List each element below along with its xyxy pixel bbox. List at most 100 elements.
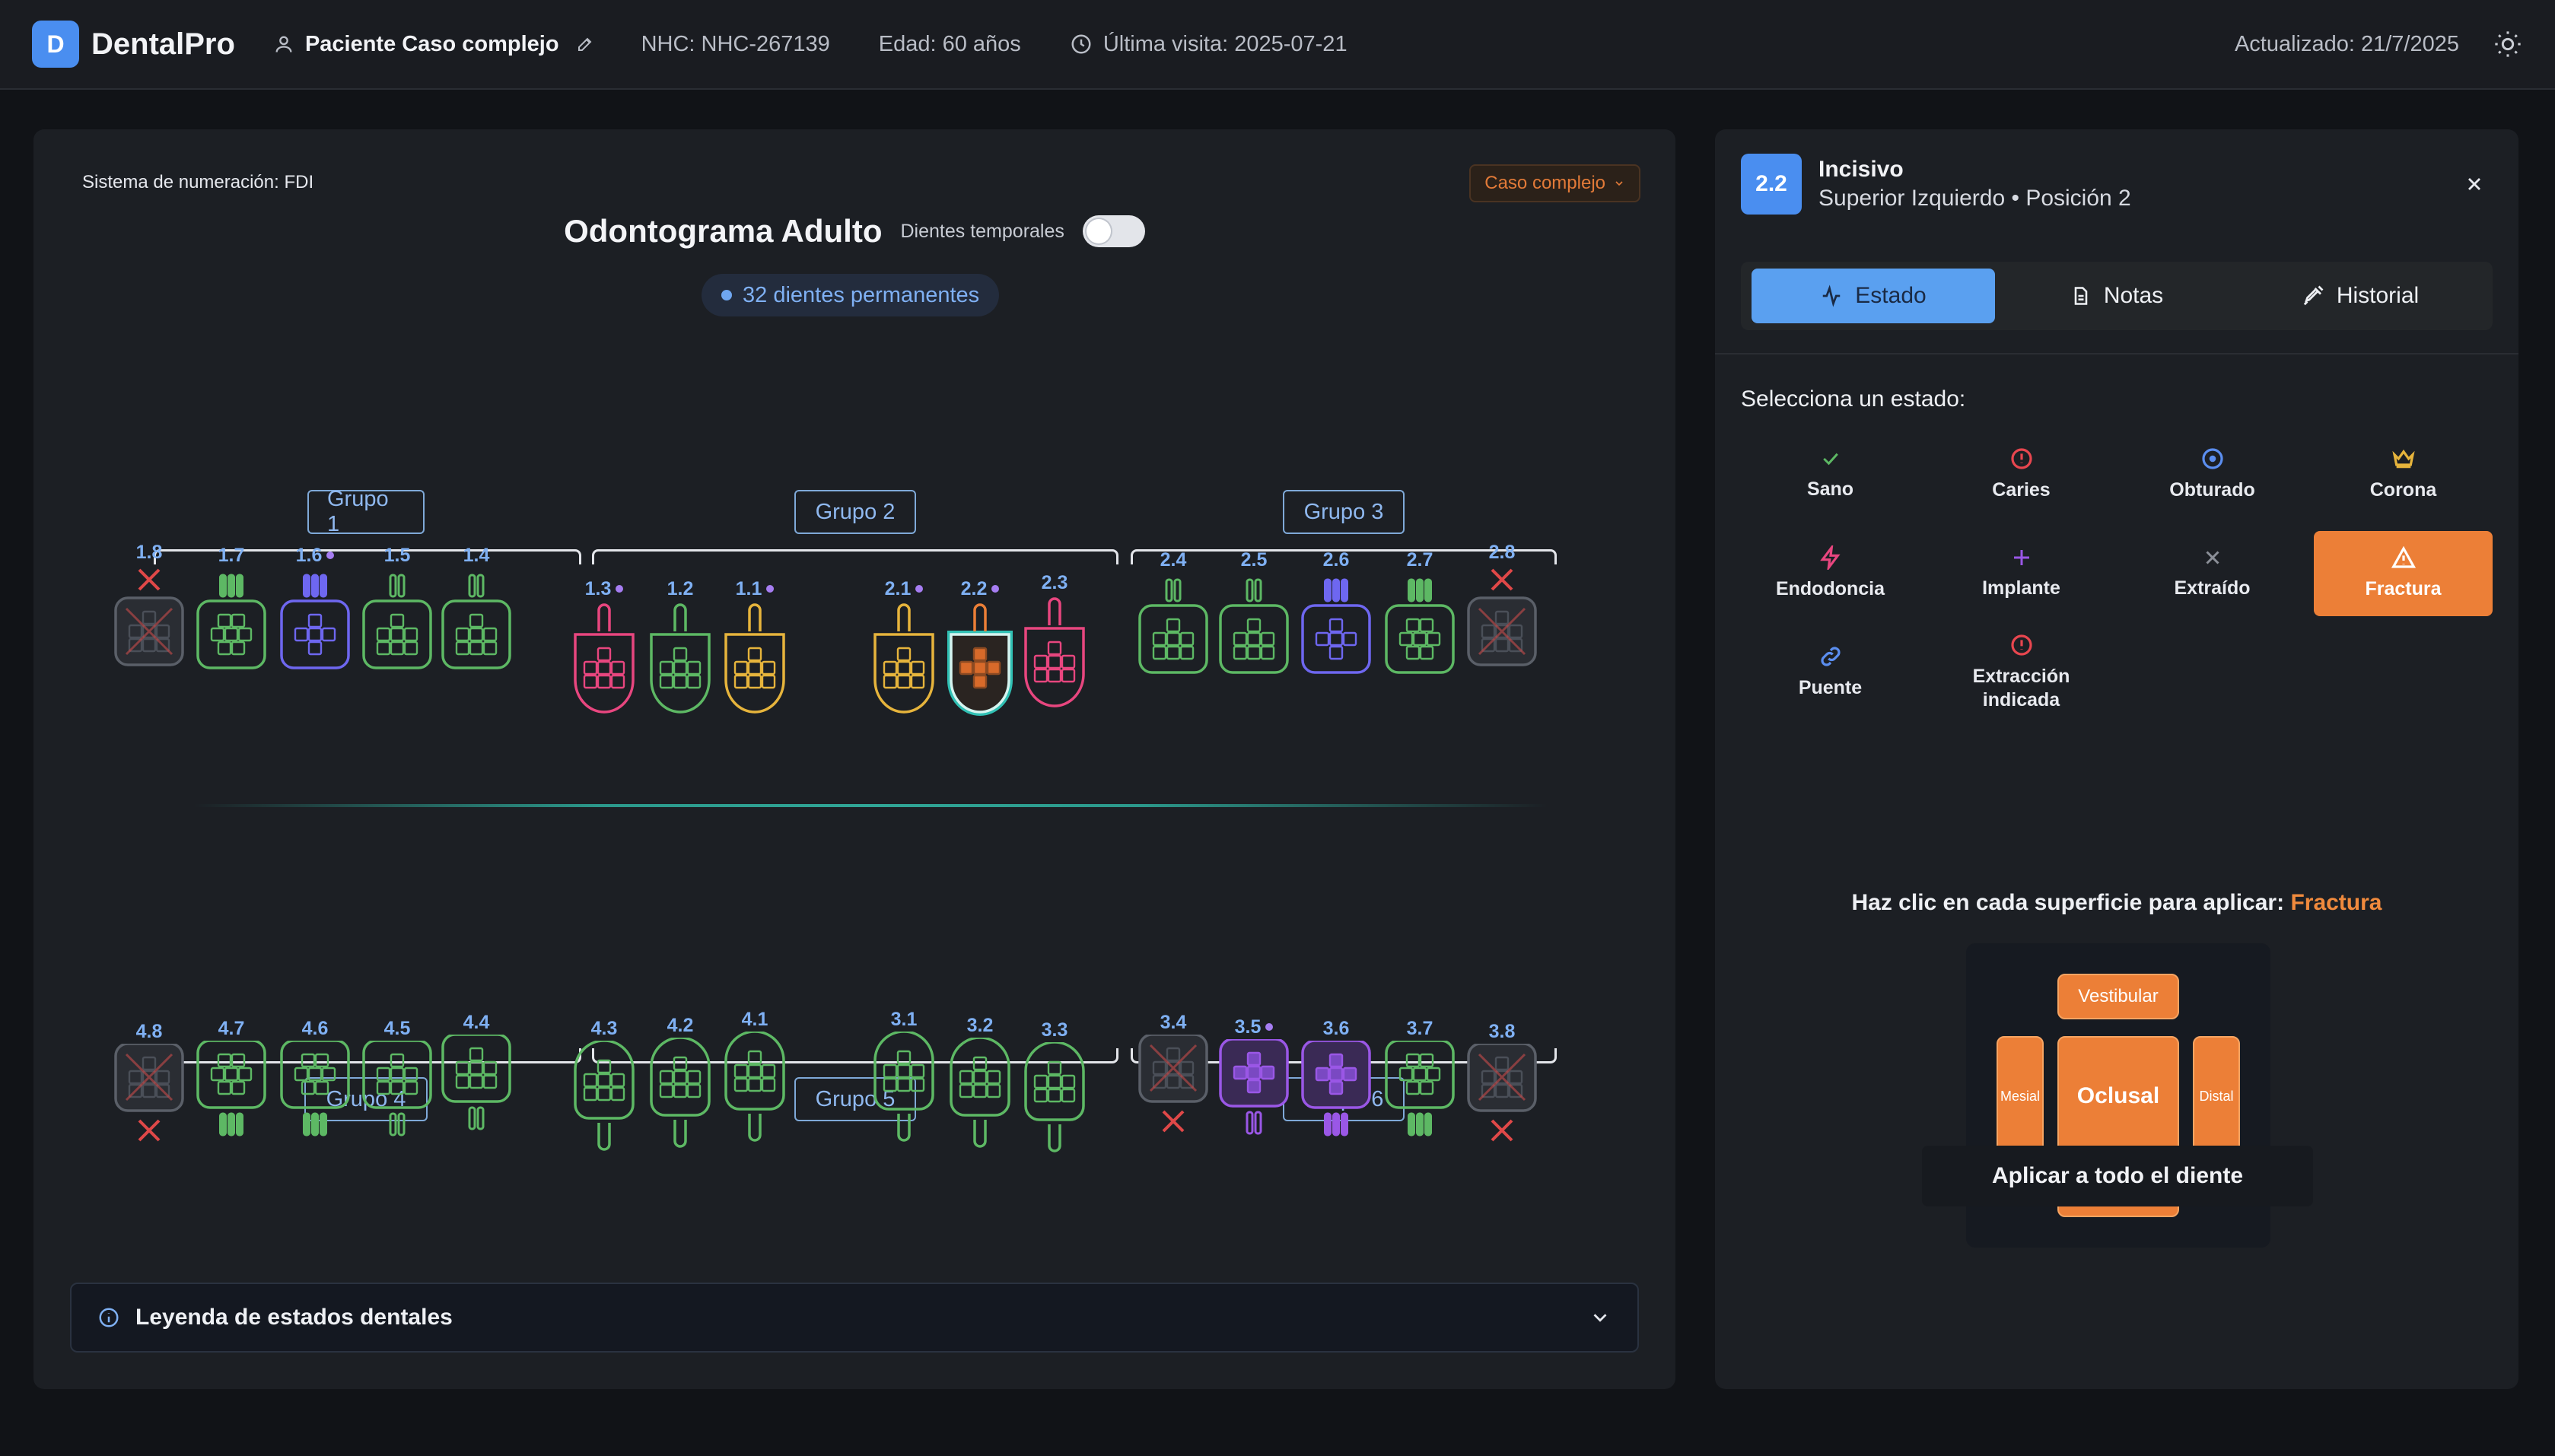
state-fractura[interactable]: Fractura <box>2314 531 2493 616</box>
warning-triangle-icon <box>2391 546 2416 568</box>
group-label-2[interactable]: Grupo 2 <box>794 490 916 534</box>
tooth-1-4[interactable]: 1.4 <box>437 543 516 682</box>
tooth-graphic[interactable] <box>110 1044 189 1158</box>
tooth-1-8[interactable]: 1.8 <box>110 540 189 679</box>
legend-accordion[interactable]: Leyenda de estados dentales <box>70 1283 1639 1353</box>
tooth-number: 2.4 <box>1160 548 1187 571</box>
tooth-2-2[interactable]: 2.2 <box>940 577 1020 730</box>
tooth-2-5[interactable]: 2.5 <box>1214 548 1293 686</box>
state-corona[interactable]: Corona <box>2314 432 2493 517</box>
group-2-bracket <box>592 549 1118 564</box>
tooth-graphic[interactable] <box>437 567 516 682</box>
tooth-graphic[interactable] <box>715 1032 794 1161</box>
state-puente[interactable]: Puente <box>1741 630 1920 715</box>
tooth-3-6[interactable]: 3.6 <box>1297 1016 1376 1155</box>
state-implante[interactable]: Implante <box>1932 531 2111 616</box>
tooth-position: Superior Izquierdo • Posición 2 <box>1818 186 2131 211</box>
tooth-graphic[interactable] <box>641 601 720 730</box>
tooth-2-1[interactable]: 2.1 <box>864 577 943 730</box>
tooth-graphic[interactable] <box>1015 1042 1094 1171</box>
tooth-4-3[interactable]: 4.3 <box>565 1016 644 1170</box>
edit-pencil-icon[interactable] <box>576 35 594 53</box>
tooth-graphic[interactable] <box>192 1041 271 1155</box>
tooth-3-1[interactable]: 3.1 <box>864 1007 943 1161</box>
tooth-3-2[interactable]: 3.2 <box>940 1013 1020 1167</box>
tooth-4-7[interactable]: 4.7 <box>192 1016 271 1155</box>
tooth-graphic[interactable] <box>275 1041 355 1155</box>
group-label-3[interactable]: Grupo 3 <box>1283 490 1405 534</box>
tooth-4-1[interactable]: 4.1 <box>715 1007 794 1161</box>
state-extraido[interactable]: Extraído <box>2123 531 2302 616</box>
tooth-2-8[interactable]: 2.8 <box>1462 540 1542 679</box>
tooth-graphic[interactable] <box>1462 564 1542 679</box>
tooth-3-4[interactable]: 3.4 <box>1134 1010 1213 1149</box>
tooth-graphic[interactable] <box>940 601 1020 730</box>
tooth-1-3[interactable]: 1.3 <box>565 577 644 730</box>
tab-notas[interactable]: Notas <box>1995 269 2238 323</box>
tooth-1-5[interactable]: 1.5 <box>358 543 437 682</box>
tooth-4-6[interactable]: 4.6 <box>275 1016 355 1155</box>
tooth-graphic[interactable] <box>641 1038 720 1167</box>
tooth-3-7[interactable]: 3.7 <box>1380 1016 1459 1155</box>
tooth-graphic[interactable] <box>275 567 355 682</box>
tooth-graphic[interactable] <box>1297 1041 1376 1155</box>
tooth-graphic[interactable] <box>437 1035 516 1149</box>
tooth-graphic[interactable] <box>110 564 189 679</box>
tooth-graphic[interactable] <box>1380 572 1459 686</box>
surface-vestibular[interactable]: Vestibular <box>2057 974 2179 1019</box>
tab-estado[interactable]: Estado <box>1752 269 1995 323</box>
temp-teeth-toggle[interactable] <box>1082 215 1145 247</box>
state-sano[interactable]: Sano <box>1741 432 1920 517</box>
tooth-graphic[interactable] <box>1015 595 1094 724</box>
case-type-dropdown[interactable]: Caso complejo <box>1469 164 1640 202</box>
tooth-2-3[interactable]: 2.3 <box>1015 571 1094 724</box>
tooth-graphic[interactable] <box>1462 1044 1542 1158</box>
tooth-graphic[interactable] <box>1214 572 1293 686</box>
tooth-graphic[interactable] <box>358 567 437 682</box>
tooth-3-8[interactable]: 3.8 <box>1462 1019 1542 1158</box>
tooth-graphic[interactable] <box>358 1041 437 1155</box>
note-dot-indicator <box>616 585 624 593</box>
state-extraccion-indicada[interactable]: Extracción indicada <box>1932 630 2111 715</box>
state-endodoncia[interactable]: Endodoncia <box>1741 531 1920 616</box>
state-obturado[interactable]: Obturado <box>2123 432 2302 517</box>
surface-oclusal[interactable]: Oclusal <box>2057 1036 2179 1156</box>
state-label: Fractura <box>2365 578 2442 600</box>
surface-instruction: Haz clic en cada superficie para aplicar… <box>1715 890 2518 916</box>
tooth-4-8[interactable]: 4.8 <box>110 1019 189 1158</box>
tooth-graphic[interactable] <box>1134 1035 1213 1149</box>
tooth-2-4[interactable]: 2.4 <box>1134 548 1213 686</box>
theme-toggle-sun-icon[interactable] <box>2493 29 2523 59</box>
tooth-graphic[interactable] <box>1297 572 1376 686</box>
tooth-graphic[interactable] <box>565 601 644 730</box>
tooth-2-6[interactable]: 2.6 <box>1297 548 1376 686</box>
tooth-2-7[interactable]: 2.7 <box>1380 548 1459 686</box>
tooth-graphic[interactable] <box>864 1032 943 1161</box>
tooth-graphic[interactable] <box>1214 1039 1293 1153</box>
tooth-1-7[interactable]: 1.7 <box>192 543 271 682</box>
tooth-3-3[interactable]: 3.3 <box>1015 1018 1094 1171</box>
tooth-4-5[interactable]: 4.5 <box>358 1016 437 1155</box>
tooth-3-5[interactable]: 3.5 <box>1214 1015 1293 1153</box>
tooth-graphic[interactable] <box>715 601 794 730</box>
tooth-graphic[interactable] <box>864 601 943 730</box>
tooth-graphic[interactable] <box>192 567 271 682</box>
tooth-4-4[interactable]: 4.4 <box>437 1010 516 1149</box>
tooth-graphic[interactable] <box>565 1041 644 1170</box>
surface-distal[interactable]: Distal <box>2193 1036 2240 1156</box>
tooth-4-2[interactable]: 4.2 <box>641 1013 720 1167</box>
tab-historial[interactable]: Historial <box>2238 269 2482 323</box>
surface-mesial[interactable]: Mesial <box>1997 1036 2044 1156</box>
tooth-1-1[interactable]: 1.1 <box>715 577 794 730</box>
tooth-graphic[interactable] <box>1134 572 1213 686</box>
tooth-detail-panel: 2.2 Incisivo Superior Izquierdo • Posici… <box>1715 129 2518 1389</box>
state-caries[interactable]: Caries <box>1932 432 2111 517</box>
tooth-graphic[interactable] <box>940 1038 1020 1167</box>
close-panel-button[interactable] <box>2458 167 2491 201</box>
tooth-graphic[interactable] <box>1380 1041 1459 1155</box>
tooth-1-6[interactable]: 1.6 <box>275 543 355 682</box>
group-label-1[interactable]: Grupo 1 <box>307 487 425 536</box>
apply-whole-tooth-button[interactable]: Aplicar a todo el diente <box>1922 1146 2313 1206</box>
tooth-1-2[interactable]: 1.2 <box>641 577 720 730</box>
legend-title: Leyenda de estados dentales <box>135 1305 453 1330</box>
